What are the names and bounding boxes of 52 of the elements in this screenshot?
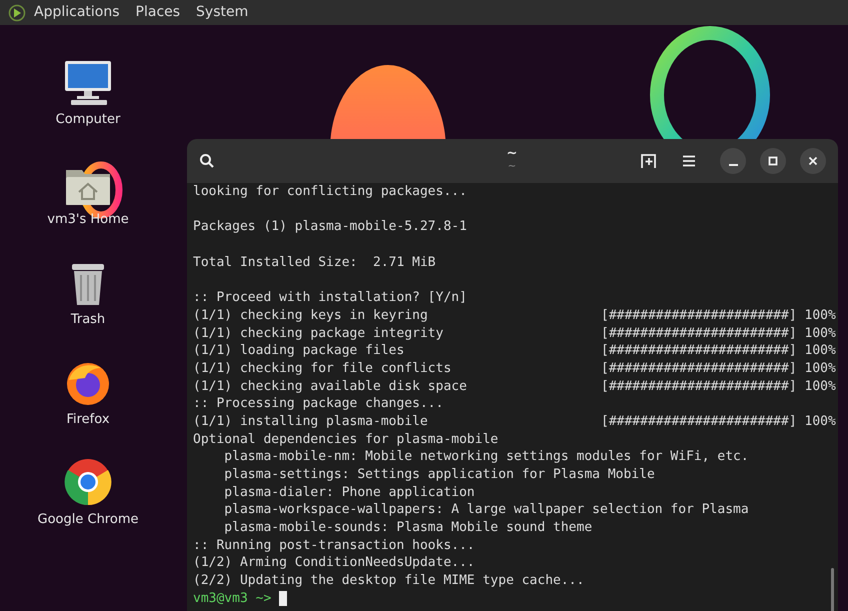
terminal-line: plasma-dialer: Phone application: [223, 484, 475, 502]
new-tab-icon[interactable]: [640, 153, 658, 169]
terminal-line: Packages (1) plasma-mobile-5.27.8-1: [193, 218, 467, 236]
terminal-line: (1/1) installing plasma-mobile: [193, 412, 429, 431]
terminal-line: Optional dependencies for plasma-mobile: [193, 430, 498, 448]
minimize-icon: [728, 164, 738, 166]
progress-text: [#######################] 100%: [601, 378, 836, 396]
terminal-line: (1/1) checking available disk space: [193, 378, 468, 396]
terminal-line: :: Processing package changes...: [193, 395, 444, 413]
close-icon: [808, 156, 818, 166]
terminal-line: (1/1) checking keys in keyring: [193, 306, 429, 324]
computer-icon: [62, 60, 113, 106]
desktop-icon-label[interactable]: vm3's Home: [47, 210, 129, 229]
desktop-icon-label[interactable]: Trash: [70, 310, 106, 329]
progress-text: [#######################] 100%: [601, 306, 836, 324]
terminal-line: (2/2) Updating the desktop file MIME type cache...: [193, 572, 584, 590]
progress-text: [#######################] 100%: [601, 360, 836, 378]
desktop-icon-label[interactable]: Google Chrome: [38, 510, 138, 529]
terminal-line: Total Installed Size: 2.71 MiB: [193, 254, 436, 272]
desktop-icon-label[interactable]: Firefox: [66, 410, 110, 429]
terminal-line: plasma-settings: Settings application for Plasma Mobile: [223, 466, 655, 484]
desktop-icon-label[interactable]: Computer: [56, 110, 120, 129]
panel-menu[interactable]: Applications: [34, 2, 120, 23]
terminal-line: (1/1) checking for file conflicts: [193, 360, 452, 378]
terminal-line: (1/2) Arming ConditionNeedsUpdate...: [193, 554, 475, 572]
minimize-button[interactable]: [720, 148, 746, 174]
terminal-line: (1/1) checking package integrity: [193, 324, 444, 342]
text-cursor: [279, 591, 288, 606]
trash-icon: [69, 262, 107, 306]
panel-menu[interactable]: System: [196, 2, 248, 23]
panel-menu[interactable]: Places: [136, 2, 180, 23]
menu-icon[interactable]: [682, 155, 696, 167]
progress-text: [#######################] 100%: [601, 324, 836, 342]
close-button[interactable]: [800, 148, 826, 174]
maximize-icon: [768, 156, 778, 166]
shell-prompt: vm3@vm3 ~>: [193, 590, 272, 608]
terminal-line: looking for conflicting packages...: [193, 183, 467, 201]
chrome-icon: [64, 458, 112, 506]
scrollbar[interactable]: [831, 568, 834, 611]
terminal-line: plasma-mobile-nm: Mobile networking settings modules for WiFi, etc.: [223, 448, 749, 466]
window-subtitle: ~: [508, 162, 516, 172]
progress-text: [#######################] 100%: [601, 342, 836, 360]
terminal-line: (1/1) loading package files: [193, 342, 406, 360]
terminal-line: plasma-mobile-sounds: Plasma Mobile sound theme: [223, 519, 592, 537]
menu-logo-icon[interactable]: [8, 4, 26, 22]
terminal-line: :: Running post-transaction hooks...: [193, 536, 475, 554]
maximize-button[interactable]: [760, 148, 786, 174]
terminal-line: :: Proceed with installation? [Y/n]: [193, 289, 467, 307]
terminal-line: plasma-workspace-wallpapers: A large wallpaper selection for Plasma: [223, 501, 749, 520]
window-title: ~: [506, 147, 518, 160]
search-icon[interactable]: [199, 153, 215, 169]
progress-text: [#######################] 100%: [601, 412, 836, 431]
